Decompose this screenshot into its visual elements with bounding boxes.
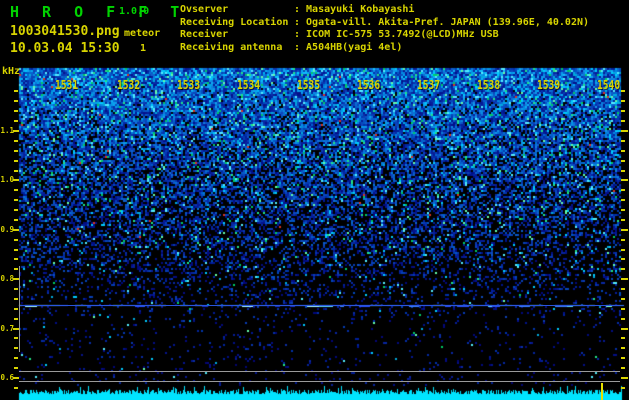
y-axis-minor-tick xyxy=(14,209,18,211)
y-axis-minor-tick-right xyxy=(621,120,625,122)
x-axis-minute-label: 1535 xyxy=(297,78,321,92)
y-axis-minor-tick-right xyxy=(621,347,625,349)
y-axis-minor-tick xyxy=(14,189,18,191)
y-axis-minor-tick xyxy=(14,288,18,290)
y-axis-label: 0.7 xyxy=(0,324,14,333)
y-axis-minor-tick-right xyxy=(621,387,625,389)
station-info-value: : A504HB(yagi 4el) xyxy=(294,41,403,53)
y-axis-minor-tick-right xyxy=(621,209,625,211)
y-axis-minor-tick xyxy=(14,258,18,260)
y-axis-minor-tick xyxy=(14,268,18,270)
station-info-label: Ovserver xyxy=(180,4,229,15)
station-info-row: Receiver : ICOM IC-575 53.7492(@LCD)MHz U… xyxy=(180,29,499,40)
y-axis-minor-tick-right xyxy=(621,90,625,92)
y-axis-minor-tick-right xyxy=(621,150,625,152)
station-info-row: Receiving Location : Ogata-vill. Akita-Pr… xyxy=(180,17,589,28)
station-info-value: : Masayuki Kobayashi xyxy=(294,4,415,15)
y-axis-minor-tick-right xyxy=(621,219,625,221)
y-axis-label: 0.8 xyxy=(0,274,14,283)
y-axis-minor-tick-right xyxy=(621,160,625,162)
y-axis-minor-tick xyxy=(14,357,18,359)
y-axis-minor-tick-right xyxy=(621,199,625,201)
y-axis-minor-tick xyxy=(14,110,18,112)
mode-label: meteor xyxy=(124,28,161,39)
output-filename: 1003041530.png xyxy=(10,24,120,39)
station-info-label: Receiver xyxy=(180,29,229,41)
y-axis-unit-label: kHz xyxy=(2,66,21,77)
y-axis-minor-tick-right xyxy=(621,318,625,320)
reference-line-lower xyxy=(19,381,620,382)
station-info-value: : ICOM IC-575 53.7492(@LCD)MHz USB xyxy=(294,29,499,41)
y-axis-minor-tick xyxy=(14,199,18,201)
y-axis-minor-tick-right xyxy=(621,189,625,191)
x-axis-minute-label: 1536 xyxy=(357,78,381,92)
app-version: 1.0.0 xyxy=(119,6,150,17)
y-axis-label: 0.9 xyxy=(0,225,14,234)
y-axis-minor-tick xyxy=(14,150,18,152)
station-info-label: Receiving antenna xyxy=(180,41,283,53)
x-axis-minute-label: 1531 xyxy=(55,78,79,92)
datetime-label: 10.03.04 15:30 xyxy=(10,41,120,56)
x-axis-minute-label: 1532 xyxy=(117,78,141,92)
y-axis-minor-tick xyxy=(14,318,18,320)
y-axis-minor-tick-right xyxy=(621,258,625,260)
y-axis-major-tick-right xyxy=(621,130,628,132)
y-axis-minor-tick xyxy=(14,367,18,369)
station-info-value: : Ogata-vill. Akita-Pref. JAPAN (139.96E… xyxy=(294,16,590,28)
y-axis-minor-tick xyxy=(14,387,18,389)
y-axis-minor-tick-right xyxy=(621,308,625,310)
y-axis-major-tick-right xyxy=(621,278,628,280)
y-axis-minor-tick xyxy=(14,239,18,241)
y-axis-major-tick-right xyxy=(621,377,628,379)
x-axis-minute-label: 1540 xyxy=(597,78,621,92)
x-axis-minute-label: 1539 xyxy=(537,78,561,92)
y-axis-major-tick-right xyxy=(621,229,628,231)
station-info-row: Receiving antenna : A504HB(yagi 4el) xyxy=(180,42,402,53)
y-axis-minor-tick xyxy=(14,337,18,339)
x-axis-minute-label: 1534 xyxy=(237,78,261,92)
y-axis-minor-tick xyxy=(14,249,18,251)
y-axis-minor-tick-right xyxy=(621,337,625,339)
y-axis-minor-tick-right xyxy=(621,367,625,369)
plot-left-edge-line xyxy=(19,266,20,352)
spectrogram-canvas xyxy=(0,0,629,400)
y-axis-minor-tick-right xyxy=(621,100,625,102)
x-axis-minute-label: 1533 xyxy=(177,78,201,92)
y-axis-minor-tick xyxy=(14,308,18,310)
y-axis-minor-tick xyxy=(14,170,18,172)
y-axis-minor-tick-right xyxy=(621,170,625,172)
reference-line-upper xyxy=(19,371,620,372)
y-axis-minor-tick xyxy=(14,100,18,102)
y-axis-minor-tick xyxy=(14,90,18,92)
y-axis-minor-tick xyxy=(14,219,18,221)
y-axis-minor-tick xyxy=(14,160,18,162)
event-marker xyxy=(601,383,603,400)
app-title: H R O F F T xyxy=(10,3,187,21)
meteor-count: 1 xyxy=(140,43,147,54)
y-axis-minor-tick-right xyxy=(621,357,625,359)
y-axis-minor-tick-right xyxy=(621,249,625,251)
y-axis-minor-tick xyxy=(14,347,18,349)
carrier-line xyxy=(19,305,620,306)
y-axis-minor-tick xyxy=(14,140,18,142)
x-axis-minute-label: 1538 xyxy=(477,78,501,92)
y-axis-minor-tick-right xyxy=(621,140,625,142)
y-axis-minor-tick-right xyxy=(621,288,625,290)
y-axis-label: 1.1 xyxy=(0,126,14,135)
y-axis-label: 1.0 xyxy=(0,175,14,184)
y-axis-minor-tick xyxy=(14,298,18,300)
y-axis-label: 0.6 xyxy=(0,373,14,382)
x-axis-minute-label: 1537 xyxy=(417,78,441,92)
y-axis-major-tick-right xyxy=(621,179,628,181)
y-axis-minor-tick-right xyxy=(621,298,625,300)
y-axis-minor-tick-right xyxy=(621,268,625,270)
y-axis-minor-tick xyxy=(14,120,18,122)
y-axis-minor-tick-right xyxy=(621,239,625,241)
station-info-row: Ovserver : Masayuki Kobayashi xyxy=(180,4,414,15)
station-info-label: Receiving Location xyxy=(180,16,289,28)
y-axis-minor-tick-right xyxy=(621,110,625,112)
y-axis-major-tick-right xyxy=(621,328,628,330)
hrofft-screen: H R O F F T 1.0.0 1003041530.png meteor … xyxy=(0,0,629,400)
